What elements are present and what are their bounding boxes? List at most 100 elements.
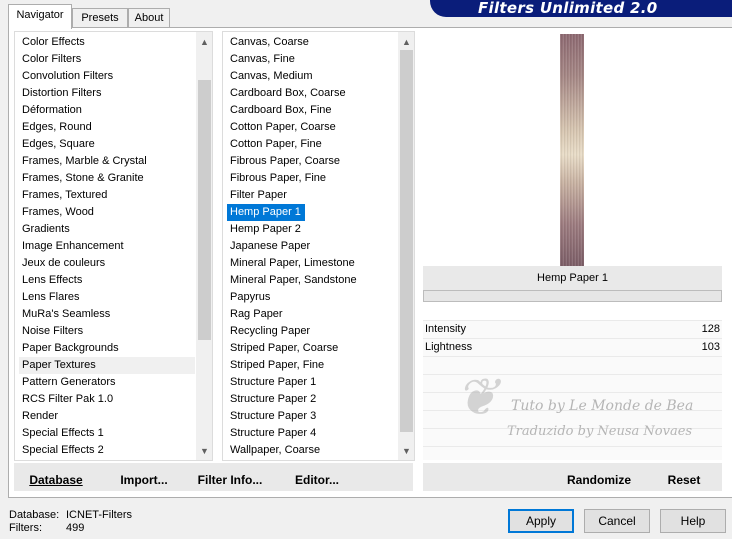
category-list-item[interactable]: Frames, Wood: [19, 204, 195, 221]
preview-area: [423, 31, 722, 266]
category-list[interactable]: Color Effects Color Filters Convolution Fi…: [14, 31, 213, 461]
param-intensity-label: Intensity: [425, 323, 466, 335]
category-list-item-label: Render: [22, 410, 59, 422]
apply-button[interactable]: Apply: [508, 509, 574, 533]
filter-info-button[interactable]: Filter Info...: [194, 463, 266, 491]
filter-list-item[interactable]: Canvas, Coarse: [227, 34, 397, 51]
help-button[interactable]: Help: [660, 509, 726, 533]
category-list-item[interactable]: Jeux de couleurs: [19, 255, 195, 272]
filter-list-item[interactable]: Filter Paper: [227, 187, 397, 204]
category-list-item[interactable]: Color Effects: [19, 34, 195, 51]
filter-list-item[interactable]: Structure Paper 3: [227, 408, 397, 425]
filter-list-item[interactable]: Recycling Paper: [227, 323, 397, 340]
status-filters-value: 499: [66, 522, 85, 534]
filter-list-item[interactable]: Papyrus: [227, 289, 397, 306]
category-list-item-label: Pattern Generators: [22, 376, 116, 388]
category-list-item[interactable]: Edges, Square: [19, 136, 195, 153]
cancel-button[interactable]: Cancel: [584, 509, 650, 533]
filter-list-item[interactable]: Structure Paper 2: [227, 391, 397, 408]
filter-list-item[interactable]: Striped Paper, Fine: [227, 357, 397, 374]
filter-list-item-label: Striped Paper, Coarse: [230, 342, 339, 354]
filter-scroll-thumb[interactable]: [400, 50, 413, 432]
filter-list-item[interactable]: Canvas, Medium: [227, 68, 397, 85]
filter-list-item-label: Structure Paper 3: [230, 410, 317, 422]
category-scroll-thumb[interactable]: [198, 80, 211, 340]
category-list-item[interactable]: Frames, Textured: [19, 187, 195, 204]
filter-list-item[interactable]: Fibrous Paper, Coarse: [227, 153, 397, 170]
category-list-item[interactable]: Render: [19, 408, 195, 425]
database-button-label: Database: [29, 473, 83, 487]
filter-list-item[interactable]: Canvas, Fine: [227, 51, 397, 68]
filter-list-item-label: Cotton Paper, Coarse: [230, 121, 336, 133]
filter-list-item[interactable]: Hemp Paper 2: [227, 221, 397, 238]
category-list-item[interactable]: Edges, Round: [19, 119, 195, 136]
filter-list-item-label: Cardboard Box, Coarse: [230, 87, 346, 99]
filter-list-item[interactable]: Wallpaper, Coarse: [227, 442, 397, 459]
tab-navigator[interactable]: Navigator: [8, 4, 72, 29]
filter-list-item[interactable]: Cotton Paper, Coarse: [227, 119, 397, 136]
category-list-item[interactable]: Gradients: [19, 221, 195, 238]
param-intensity-row[interactable]: Intensity 128: [423, 321, 722, 338]
filter-list-item-label: Striped Paper, Fine: [230, 359, 325, 371]
category-list-item[interactable]: Image Enhancement: [19, 238, 195, 255]
scroll-up-icon[interactable]: ▲: [196, 34, 212, 51]
filter-list-item[interactable]: Fibrous Paper, Fine: [227, 170, 397, 187]
category-list-item[interactable]: Distortion Filters: [19, 85, 195, 102]
filter-list-item[interactable]: Cardboard Box, Coarse: [227, 85, 397, 102]
import-button-label: Import...: [120, 473, 168, 487]
filter-list-item-label: Canvas, Medium: [230, 70, 313, 82]
filter-list-item[interactable]: Cardboard Box, Fine: [227, 102, 397, 119]
filter-list-item[interactable]: Structure Paper 1: [227, 374, 397, 391]
category-list-item[interactable]: Déformation: [19, 102, 195, 119]
filter-list-item-label: Hemp Paper 1: [227, 204, 305, 221]
category-list-item[interactable]: Convolution Filters: [19, 68, 195, 85]
status-area: Database: ICNET-Filters Filters: 499: [9, 509, 132, 535]
filter-list-item[interactable]: Hemp Paper 1: [227, 204, 397, 221]
category-list-item-label: Distortion Filters: [22, 87, 102, 99]
parameter-area: Intensity 128 Lightness 103: [423, 320, 722, 460]
editor-button[interactable]: Editor...: [292, 463, 342, 491]
filter-list-item-label: Structure Paper 4: [230, 427, 317, 439]
category-list-item[interactable]: Frames, Marble & Crystal: [19, 153, 195, 170]
param-lightness-row[interactable]: Lightness 103: [423, 339, 722, 356]
filter-list[interactable]: Canvas, Coarse Canvas, Fine Canvas, Medium…: [222, 31, 415, 461]
category-list-item[interactable]: Lens Flares: [19, 289, 195, 306]
filter-list-item[interactable]: Cotton Paper, Fine: [227, 136, 397, 153]
category-list-item[interactable]: Color Filters: [19, 51, 195, 68]
filter-list-item[interactable]: Rag Paper: [227, 306, 397, 323]
category-list-item[interactable]: Special Effects 2: [19, 442, 195, 459]
category-list-item[interactable]: Lens Effects: [19, 272, 195, 289]
scroll-down-icon[interactable]: ▼: [398, 443, 414, 460]
preview-texture-image: [560, 34, 584, 266]
category-scrollbar[interactable]: ▲ ▼: [196, 32, 212, 460]
randomize-button-label: Randomize: [566, 473, 631, 487]
category-list-item[interactable]: Special Effects 1: [19, 425, 195, 442]
category-list-item[interactable]: Pattern Generators: [19, 374, 195, 391]
reset-button[interactable]: Reset: [659, 463, 709, 491]
filter-scrollbar[interactable]: ▲ ▼: [398, 32, 414, 460]
scroll-down-icon[interactable]: ▼: [196, 443, 212, 460]
tab-about[interactable]: About: [128, 8, 170, 28]
category-list-item[interactable]: Paper Backgrounds: [19, 340, 195, 357]
category-list-item[interactable]: Frames, Stone & Granite: [19, 170, 195, 187]
category-list-item[interactable]: Paper Textures: [19, 357, 195, 374]
category-list-item[interactable]: RCS Filter Pak 1.0: [19, 391, 195, 408]
filter-list-item[interactable]: Striped Paper, Coarse: [227, 340, 397, 357]
filter-list-item[interactable]: Structure Paper 4: [227, 425, 397, 442]
filter-list-item-label: Wallpaper, Coarse: [230, 444, 321, 456]
randomize-button[interactable]: Randomize: [561, 463, 637, 491]
tab-presets[interactable]: Presets: [72, 8, 128, 28]
category-list-item-label: Frames, Wood: [22, 206, 94, 218]
filter-list-item[interactable]: Mineral Paper, Sandstone: [227, 272, 397, 289]
scroll-up-icon[interactable]: ▲: [398, 34, 414, 51]
filter-list-item-label: Recycling Paper: [230, 325, 311, 337]
filter-list-item-label: Canvas, Coarse: [230, 36, 309, 48]
category-list-item[interactable]: Noise Filters: [19, 323, 195, 340]
param-lightness-label: Lightness: [425, 341, 473, 353]
filter-list-item[interactable]: Mineral Paper, Limestone: [227, 255, 397, 272]
category-list-item[interactable]: MuRa's Seamless: [19, 306, 195, 323]
database-button[interactable]: Database: [22, 463, 90, 491]
filter-list-item[interactable]: Japanese Paper: [227, 238, 397, 255]
import-button[interactable]: Import...: [114, 463, 174, 491]
category-list-item-label: Paper Backgrounds: [22, 342, 119, 354]
